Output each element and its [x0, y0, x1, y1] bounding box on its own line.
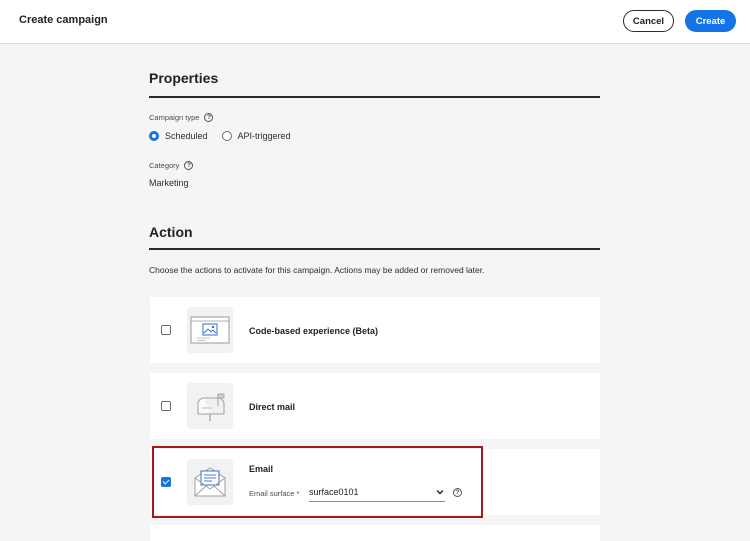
create-button[interactable]: Create	[685, 10, 736, 32]
action-card-code-based[interactable]: Code-based experience (Beta)	[150, 297, 600, 363]
direct-mail-checkbox[interactable]	[161, 401, 171, 411]
help-icon[interactable]: ?	[184, 161, 194, 170]
scheduled-radio[interactable]	[149, 131, 159, 141]
api-triggered-radio[interactable]	[221, 131, 232, 141]
action-card-direct-mail[interactable]: Direct mail	[150, 373, 600, 439]
code-based-title: Code-based experience (Beta)	[249, 326, 379, 336]
category-label: Category ?	[149, 161, 194, 170]
campaign-type-label: Campaign type ?	[149, 113, 214, 122]
mailbox-icon	[187, 383, 233, 429]
api-triggered-radio-label[interactable]: API-triggered	[238, 131, 291, 141]
action-card-next[interactable]	[150, 525, 600, 541]
direct-mail-title: Direct mail	[249, 402, 296, 412]
page-title: Create campaign	[19, 14, 108, 26]
help-icon[interactable]: ?	[204, 113, 214, 122]
action-divider	[149, 248, 600, 250]
action-description: Choose the actions to activate for this …	[149, 265, 485, 275]
top-bar: Create campaign Cancel Create	[0, 0, 750, 44]
email-highlight-box	[152, 446, 483, 518]
code-based-checkbox[interactable]	[161, 325, 171, 335]
properties-heading: Properties	[149, 70, 219, 86]
category-value: Marketing	[149, 178, 189, 188]
campaign-type-radio-group: Scheduled API-triggered	[149, 131, 305, 141]
properties-divider	[149, 96, 600, 98]
action-heading: Action	[149, 224, 193, 240]
cancel-button[interactable]: Cancel	[623, 10, 674, 32]
code-based-experience-icon	[187, 307, 233, 353]
scheduled-radio-label[interactable]: Scheduled	[165, 131, 208, 141]
